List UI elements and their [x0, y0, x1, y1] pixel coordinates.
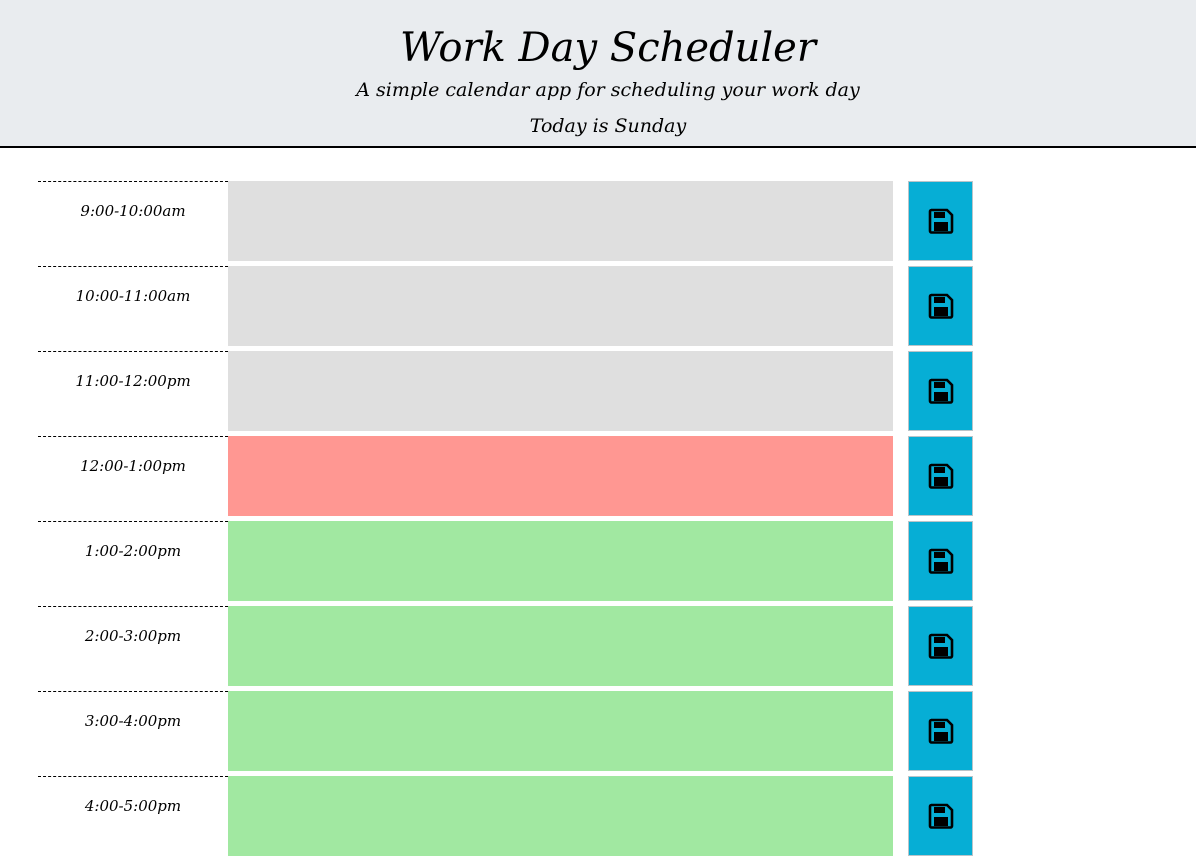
page-title: Work Day Scheduler: [400, 25, 816, 71]
floppy-disk-icon: [928, 803, 953, 829]
time-block-row: 12:00-1:00pm: [0, 436, 1196, 521]
hour-label: 12:00-1:00pm: [80, 457, 186, 475]
event-description-input[interactable]: [228, 606, 893, 686]
event-description-input[interactable]: [228, 436, 893, 516]
event-description-input[interactable]: [228, 521, 893, 601]
hour-label: 9:00-10:00am: [80, 202, 186, 220]
save-button[interactable]: [908, 181, 973, 261]
page-subtitle: A simple calendar app for scheduling you…: [356, 79, 860, 101]
save-button[interactable]: [908, 436, 973, 516]
hour-label: 4:00-5:00pm: [84, 797, 182, 815]
hour-label: 1:00-2:00pm: [84, 542, 182, 560]
event-description-input[interactable]: [228, 266, 893, 346]
event-description-input[interactable]: [228, 351, 893, 431]
save-button[interactable]: [908, 521, 973, 601]
time-block-row: 10:00-11:00am: [0, 266, 1196, 351]
event-description-input[interactable]: [228, 776, 893, 856]
floppy-disk-icon: [928, 718, 953, 744]
save-button[interactable]: [908, 351, 973, 431]
hour-label: 10:00-11:00am: [75, 287, 191, 305]
save-button[interactable]: [908, 266, 973, 346]
hour-cell: 12:00-1:00pm: [38, 436, 228, 520]
hour-label: 11:00-12:00pm: [75, 372, 191, 390]
hour-cell: 4:00-5:00pm: [38, 776, 228, 860]
hour-label: 2:00-3:00pm: [84, 627, 182, 645]
current-day: Today is Sunday: [529, 115, 687, 137]
time-block-row: 1:00-2:00pm: [0, 521, 1196, 606]
hour-cell: 10:00-11:00am: [38, 266, 228, 350]
time-block-row: 11:00-12:00pm: [0, 351, 1196, 436]
time-block-row: 9:00-10:00am: [0, 181, 1196, 266]
save-button[interactable]: [908, 691, 973, 771]
event-description-input[interactable]: [228, 181, 893, 261]
hour-cell: 1:00-2:00pm: [38, 521, 228, 605]
hour-cell: 9:00-10:00am: [38, 181, 228, 265]
time-blocks-container: 9:00-10:00am 10:00-11:00am 11:00-12:00pm 12…: [0, 181, 1196, 861]
time-block-row: 3:00-4:00pm: [0, 691, 1196, 776]
floppy-disk-icon: [928, 463, 953, 489]
floppy-disk-icon: [928, 633, 953, 659]
header: Work Day Scheduler A simple calendar app…: [0, 0, 1196, 148]
floppy-disk-icon: [928, 378, 953, 404]
event-description-input[interactable]: [228, 691, 893, 771]
time-block-row: 2:00-3:00pm: [0, 606, 1196, 691]
hour-cell: 3:00-4:00pm: [38, 691, 228, 775]
floppy-disk-icon: [928, 548, 953, 574]
hour-cell: 11:00-12:00pm: [38, 351, 228, 435]
hour-label: 3:00-4:00pm: [84, 712, 182, 730]
time-block-row: 4:00-5:00pm: [0, 776, 1196, 861]
save-button[interactable]: [908, 776, 973, 856]
hour-cell: 2:00-3:00pm: [38, 606, 228, 690]
save-button[interactable]: [908, 606, 973, 686]
floppy-disk-icon: [928, 293, 953, 319]
floppy-disk-icon: [928, 208, 953, 234]
